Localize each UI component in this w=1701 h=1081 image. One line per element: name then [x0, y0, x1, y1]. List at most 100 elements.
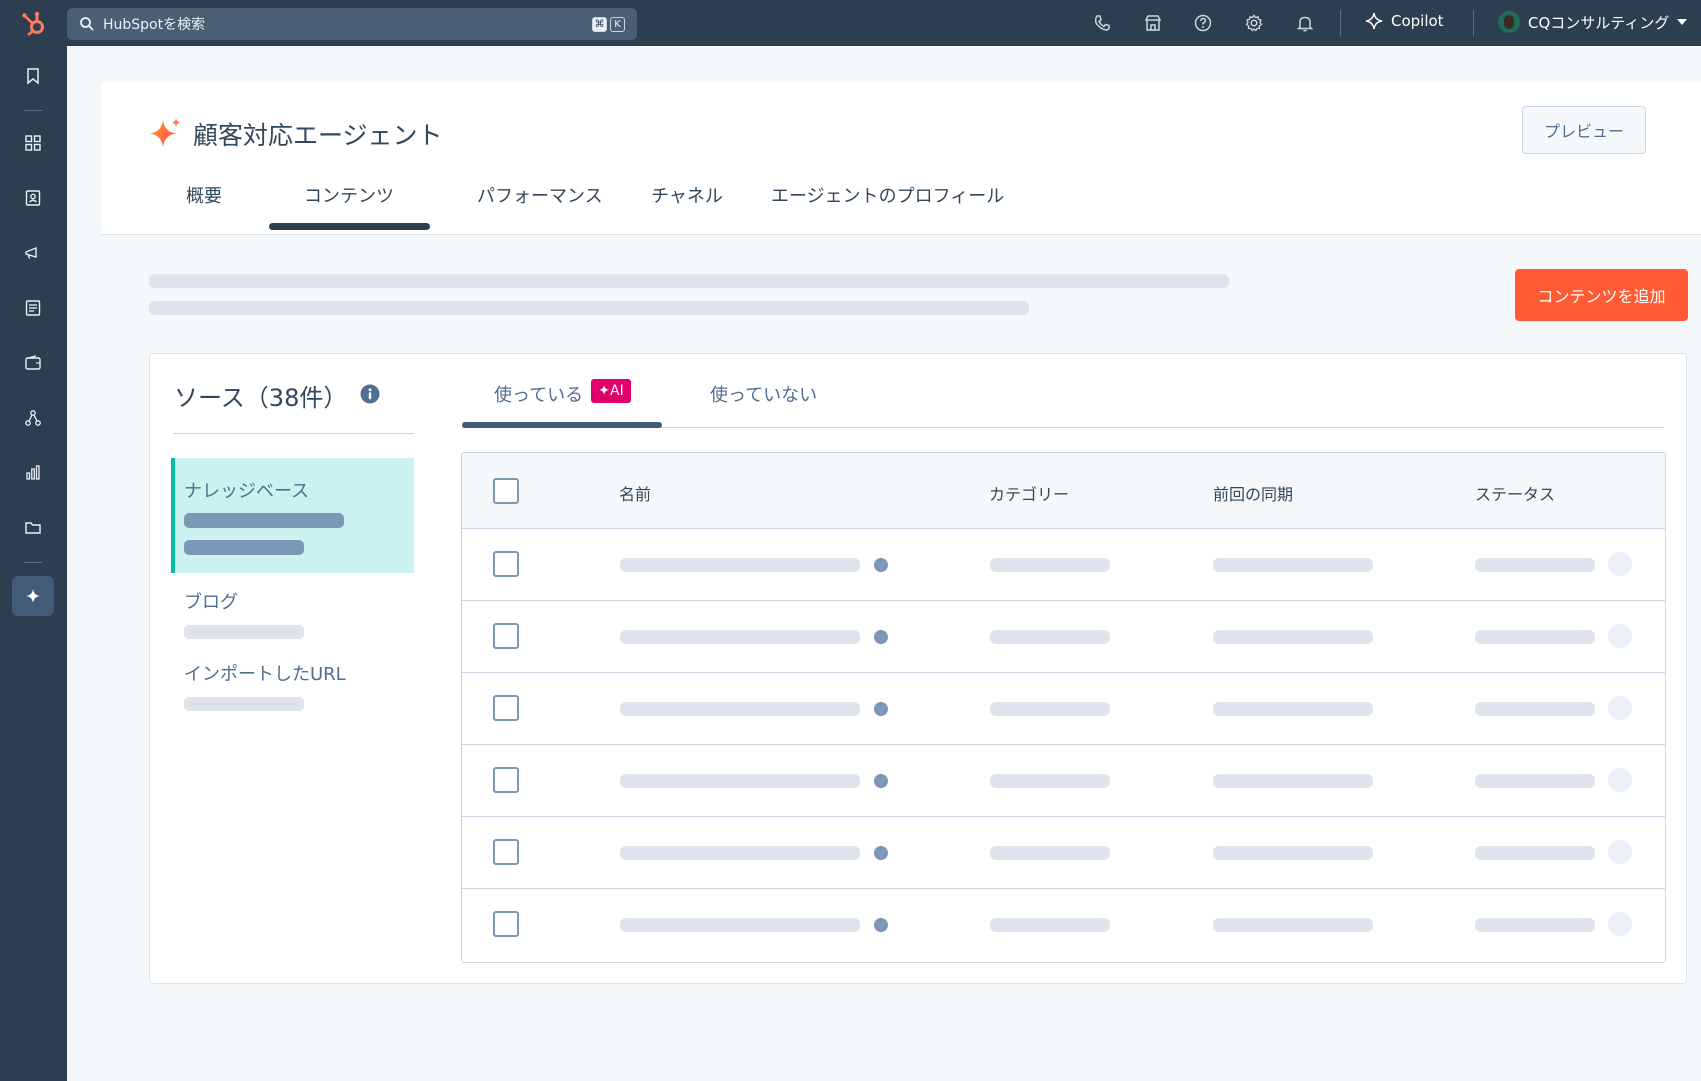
source-item-blog[interactable]: ブログ: [184, 588, 238, 614]
status-indicator: [1608, 768, 1632, 792]
table-header: 名前 カテゴリー 前回の同期 ステータス: [462, 453, 1665, 529]
tab-not-in-use[interactable]: 使っていない: [710, 381, 817, 407]
name-skeleton: [620, 630, 860, 644]
last-sync-skeleton: [1213, 774, 1373, 788]
tab-performance[interactable]: パフォーマンス: [477, 182, 603, 208]
row-checkbox[interactable]: [493, 911, 519, 937]
topbar-divider: [1473, 10, 1474, 36]
tab-channels[interactable]: チャネル: [651, 182, 723, 208]
table-row[interactable]: [462, 601, 1665, 673]
notifications-bell-icon[interactable]: [1295, 13, 1315, 33]
settings-gear-icon[interactable]: [1244, 13, 1264, 33]
table-row[interactable]: [462, 889, 1665, 961]
table-row[interactable]: [462, 529, 1665, 601]
phone-icon[interactable]: [1092, 13, 1112, 33]
chevron-down-icon: [1677, 19, 1688, 25]
shortcut-key-cmd: ⌘: [592, 16, 607, 32]
name-skeleton: [620, 918, 860, 932]
avatar: [1498, 11, 1520, 33]
info-icon[interactable]: [360, 384, 380, 404]
status-dot: [874, 918, 888, 932]
add-content-button[interactable]: コンテンツを追加: [1515, 269, 1688, 321]
ai-sparkle-icon: [26, 589, 40, 603]
status-skeleton: [1475, 846, 1595, 860]
status-skeleton: [1475, 558, 1595, 572]
tab-content[interactable]: コンテンツ: [304, 182, 394, 208]
marketplace-icon[interactable]: [1143, 13, 1163, 33]
shortcut-key-k: K: [610, 16, 625, 32]
category-skeleton: [990, 702, 1110, 716]
content-document-icon[interactable]: [23, 298, 43, 318]
row-checkbox[interactable]: [493, 695, 519, 721]
row-checkbox[interactable]: [493, 839, 519, 865]
source-item-imported-urls[interactable]: インポートしたURL: [184, 660, 346, 686]
category-skeleton: [990, 846, 1110, 860]
tab-agent-profile[interactable]: エージェントのプロフィール: [771, 182, 1004, 208]
status-dot: [874, 630, 888, 644]
sidebar-divider: [24, 110, 42, 111]
column-header-name[interactable]: 名前: [619, 481, 651, 505]
search-placeholder: HubSpotを検索: [103, 17, 206, 33]
contacts-icon[interactable]: [23, 188, 43, 208]
name-skeleton: [620, 846, 860, 860]
content-table: 名前 カテゴリー 前回の同期 ステータス: [461, 452, 1666, 963]
commerce-wallet-icon[interactable]: [23, 353, 43, 373]
name-skeleton: [620, 774, 860, 788]
active-tab-indicator: [269, 223, 430, 230]
files-folder-icon[interactable]: [23, 518, 43, 538]
row-checkbox[interactable]: [493, 551, 519, 577]
account-menu[interactable]: CQコンサルティング: [1498, 11, 1688, 33]
column-header-status[interactable]: ステータス: [1475, 481, 1555, 505]
status-indicator: [1608, 912, 1632, 936]
row-checkbox[interactable]: [493, 623, 519, 649]
topbar-divider: [1340, 10, 1341, 36]
sources-panel: ソース（38件） ナレッジベース ブログ インポートしたURL 使っている ✦A…: [149, 353, 1687, 984]
table-row[interactable]: [462, 673, 1665, 745]
ai-badge: ✦AI: [591, 379, 631, 403]
agent-sparkle-icon: [150, 118, 181, 147]
source-skeleton: [184, 697, 304, 711]
copilot-button[interactable]: Copilot: [1365, 12, 1444, 30]
tab-in-use[interactable]: 使っている: [494, 381, 583, 407]
select-all-checkbox[interactable]: [493, 478, 519, 504]
column-header-last-sync[interactable]: 前回の同期: [1213, 481, 1293, 505]
table-row[interactable]: [462, 745, 1665, 817]
top-nav-bar: HubSpotを検索 ⌘ K Copilot CQコンサルティング: [0, 0, 1701, 46]
row-checkbox[interactable]: [493, 767, 519, 793]
status-dot: [874, 774, 888, 788]
table-row[interactable]: [462, 817, 1665, 889]
sidebar-item-ai-agents[interactable]: [12, 576, 54, 616]
status-skeleton: [1475, 774, 1595, 788]
status-indicator: [1608, 840, 1632, 864]
status-dot: [874, 846, 888, 860]
sources-title: ソース（38件）: [174, 384, 348, 412]
search-icon: [80, 17, 94, 31]
hubspot-logo-icon[interactable]: [20, 10, 48, 38]
bookmarks-icon[interactable]: [23, 66, 43, 86]
dashboard-grid-icon[interactable]: [23, 133, 43, 153]
reports-bar-chart-icon[interactable]: [23, 463, 43, 483]
status-indicator: [1608, 696, 1632, 720]
status-indicator: [1608, 552, 1632, 576]
preview-button[interactable]: プレビュー: [1522, 106, 1646, 154]
page-header: 顧客対応エージェント プレビュー 概要 コンテンツ パフォーマンス チャネル エ…: [101, 82, 1701, 235]
left-sidebar: [0, 46, 67, 1081]
column-header-category[interactable]: カテゴリー: [989, 481, 1069, 505]
category-skeleton: [990, 630, 1110, 644]
source-skeleton: [184, 625, 304, 639]
copilot-sparkle-icon: [1365, 12, 1383, 30]
last-sync-skeleton: [1213, 558, 1373, 572]
tab-overview[interactable]: 概要: [186, 182, 222, 208]
status-indicator: [1608, 624, 1632, 648]
automation-network-icon[interactable]: [23, 408, 43, 428]
status-skeleton: [1475, 630, 1595, 644]
help-icon[interactable]: [1193, 13, 1213, 33]
status-dot: [874, 558, 888, 572]
status-skeleton: [1475, 702, 1595, 716]
sidebar-divider: [24, 562, 42, 563]
source-skeleton: [184, 540, 304, 555]
name-skeleton: [620, 558, 860, 572]
search-input[interactable]: HubSpotを検索 ⌘ K: [67, 8, 637, 40]
category-skeleton: [990, 918, 1110, 932]
marketing-megaphone-icon[interactable]: [23, 243, 43, 263]
